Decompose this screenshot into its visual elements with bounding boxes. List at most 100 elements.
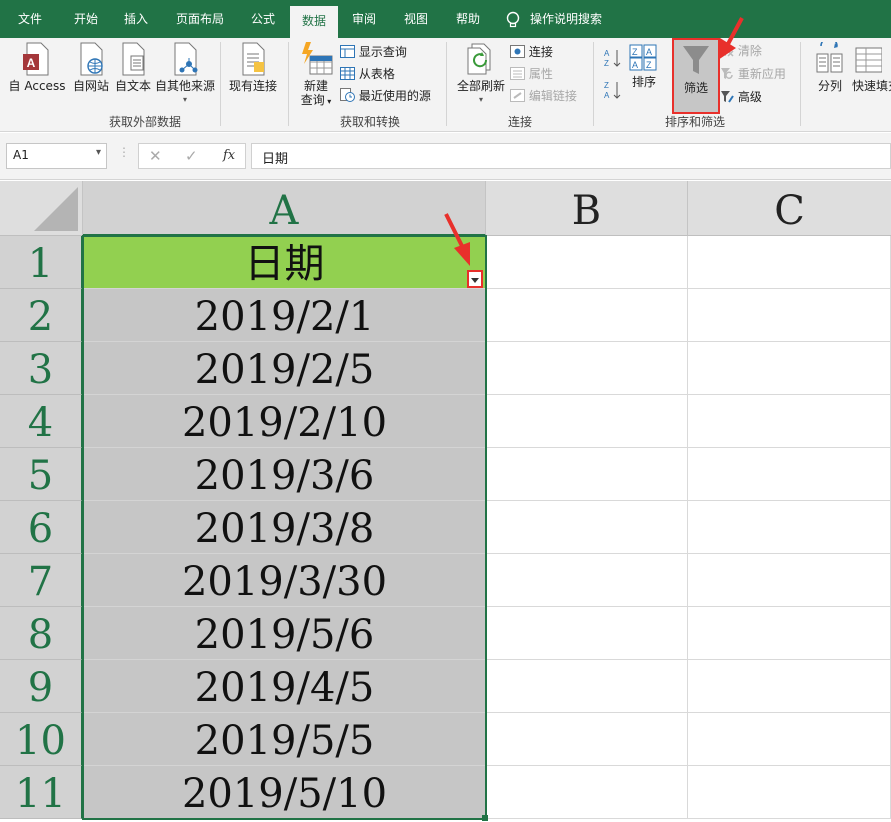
cell-c[interactable] [688,554,891,607]
date-cell[interactable]: 2019/3/6 [83,448,486,501]
show-queries-button[interactable]: 显示查询 [340,43,407,61]
refresh-all-button[interactable]: 全部刷新 ▾ [454,42,508,107]
date-cell[interactable]: 2019/3/8 [83,501,486,554]
date-cell[interactable]: 2019/3/30 [83,554,486,607]
date-cell[interactable]: 2019/2/10 [83,395,486,448]
tab-file[interactable]: 文件 [8,0,52,38]
drag-handle-icon[interactable]: ⋮ [118,145,130,159]
tell-me-search[interactable]: 操作说明搜索 [530,0,610,38]
cell-b[interactable] [486,660,688,713]
edit-links-label: 编辑链接 [528,89,577,103]
new-query-button[interactable]: 新建 查询 ▾ [294,42,338,109]
from-other-sources-label: 自其他来源 [154,79,215,93]
existing-connections-button[interactable]: 现有连接 [224,42,282,93]
cell-b[interactable] [486,713,688,766]
cell-c[interactable] [688,501,891,554]
new-query-label-2: 查询 ▾ [300,93,332,107]
enter-icon[interactable]: ✓ [185,147,198,165]
insert-function-icon[interactable]: fx [223,148,235,163]
properties-button[interactable]: 属性 [510,65,553,83]
sort-button[interactable]: ZAAZ 排序 [626,44,662,89]
select-all-corner[interactable] [0,181,83,236]
advanced-filter-button[interactable]: 高级 [720,88,762,106]
tab-formulas[interactable]: 公式 [241,0,285,38]
recent-sources-button[interactable]: 最近使用的源 [340,87,431,105]
cell-c[interactable] [688,236,891,289]
cell-b[interactable] [486,554,688,607]
connections-button[interactable]: 连接 [510,43,553,61]
filter-icon [683,46,709,74]
row-header[interactable]: 5 [0,448,82,501]
date-cell[interactable]: 2019/2/1 [83,289,486,342]
from-web-button[interactable]: 自网站 [70,42,112,93]
sort-descending-icon[interactable]: ZA [604,80,622,104]
cell-c[interactable] [688,395,891,448]
header-cell-a1[interactable]: 日期 [83,236,486,289]
svg-text:A: A [632,60,638,70]
cell-c[interactable] [688,660,891,713]
formula-input[interactable]: 日期 [251,143,891,169]
cell-b[interactable] [486,448,688,501]
from-table-button[interactable]: 从表格 [340,65,395,83]
tab-home[interactable]: 开始 [62,0,110,38]
date-cell[interactable]: 2019/4/5 [83,660,486,713]
formula-bar-area: A1 ▾ ⋮ ✕ ✓ fx 日期 [0,133,891,180]
row-header[interactable]: 11 [0,766,82,819]
tab-help[interactable]: 帮助 [446,0,490,38]
row-header[interactable]: 1 [0,236,82,289]
row-header[interactable]: 2 [0,289,82,342]
cell-c[interactable] [688,342,891,395]
cell-b[interactable] [486,236,688,289]
row-header[interactable]: 10 [0,713,82,766]
row-header[interactable]: 9 [0,660,82,713]
edit-links-button[interactable]: 编辑链接 [510,87,577,105]
date-cell[interactable]: 2019/5/6 [83,607,486,660]
cell-c[interactable] [688,448,891,501]
row-header[interactable]: 3 [0,342,82,395]
from-access-button[interactable]: A 自 Access [6,42,68,93]
cell-b[interactable] [486,289,688,342]
from-other-sources-button[interactable]: 自其他来源 ▾ [154,42,216,107]
cell-b[interactable] [486,607,688,660]
cancel-icon[interactable]: ✕ [149,147,162,165]
text-to-columns-label: 分列 [817,79,842,93]
column-header-b[interactable]: B [486,181,688,236]
cell-b[interactable] [486,342,688,395]
tab-view[interactable]: 视图 [394,0,438,38]
tab-data[interactable]: 数据 [290,6,338,38]
cell-b[interactable] [486,501,688,554]
row-header[interactable]: 4 [0,395,82,448]
flash-fill-label: 快速填充 [852,79,891,93]
flash-fill-icon [855,47,883,73]
row-header[interactable]: 7 [0,554,82,607]
date-cell[interactable]: 2019/2/5 [83,342,486,395]
chevron-down-icon[interactable]: ▾ [96,147,101,158]
sort-ascending-icon[interactable]: AZ [604,48,622,72]
from-access-label: 自 Access [8,79,66,93]
date-cell[interactable]: 2019/5/10 [83,766,486,819]
name-box[interactable]: A1 ▾ [6,143,107,169]
flash-fill-button[interactable]: 快速填充 [852,42,891,93]
from-text-button[interactable]: 自文本 [112,42,154,93]
tab-insert[interactable]: 插入 [114,0,158,38]
cell-c[interactable] [688,607,891,660]
row-header[interactable]: 8 [0,607,82,660]
cell-b[interactable] [486,395,688,448]
cell-c[interactable] [688,289,891,342]
column-header-a[interactable]: A [83,181,486,236]
tab-page-layout[interactable]: 页面布局 [166,0,234,38]
filter-dropdown-button[interactable] [467,270,483,288]
cell-c[interactable] [688,713,891,766]
annotation-arrow-filter-dropdown [444,213,470,266]
cell-c[interactable] [688,766,891,819]
tab-review[interactable]: 审阅 [342,0,386,38]
reapply-button[interactable]: 重新应用 [720,65,786,83]
sort-label: 排序 [631,75,656,89]
fill-handle[interactable] [482,815,488,821]
date-cell[interactable]: 2019/5/5 [83,713,486,766]
ribbon-separator [446,42,447,126]
row-header[interactable]: 6 [0,501,82,554]
column-header-c[interactable]: C [688,181,891,236]
text-to-columns-button[interactable]: 分列 [808,37,852,93]
cell-b[interactable] [486,766,688,819]
